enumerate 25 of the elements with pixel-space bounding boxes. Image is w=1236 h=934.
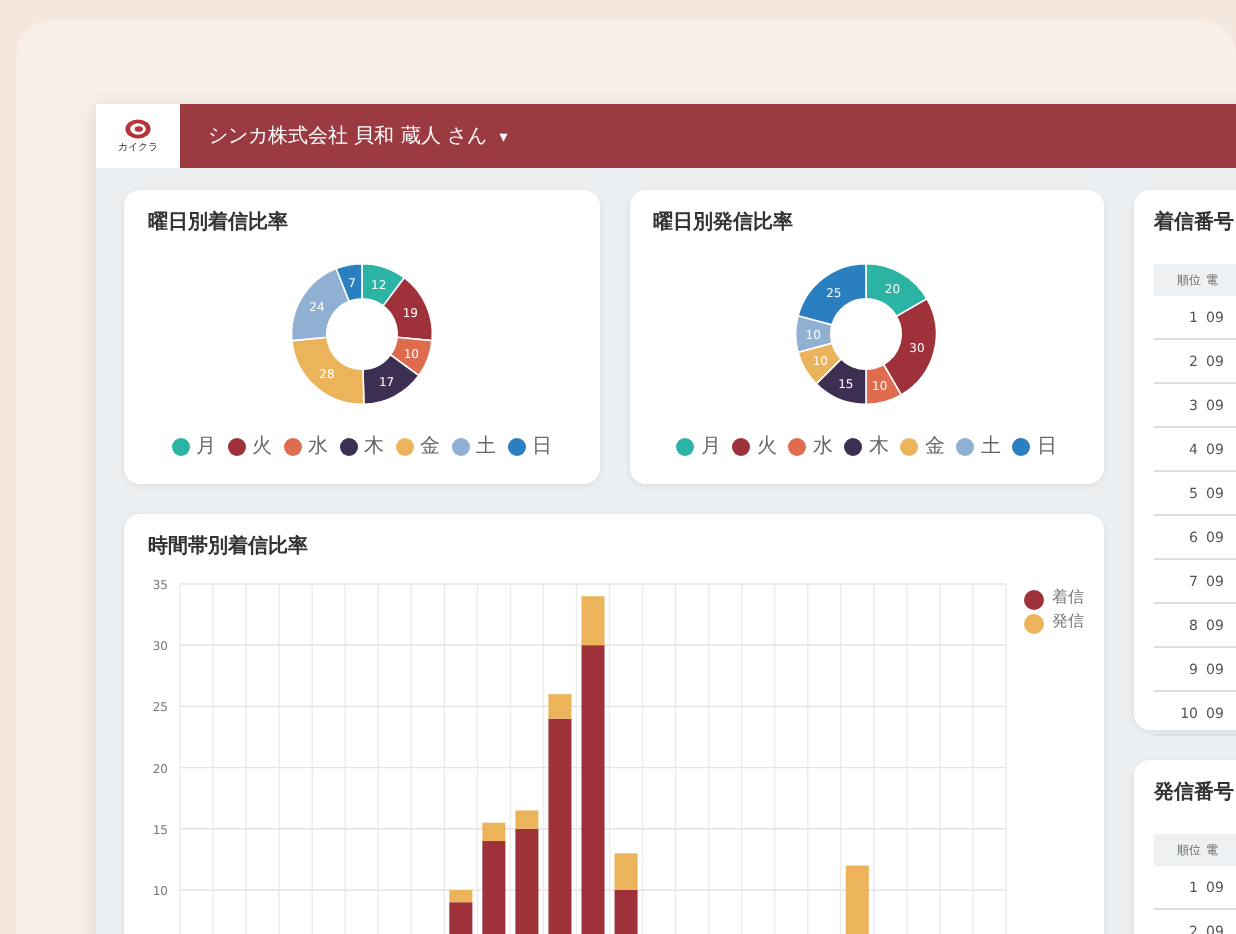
- legend-label: 金: [924, 434, 945, 460]
- card-title: 曜日別着信比率: [146, 208, 290, 236]
- legend-label: 火: [251, 433, 272, 460]
- legend-label: 発信: [1052, 612, 1084, 631]
- legend-label: 日: [1036, 434, 1057, 460]
- bar: [614, 853, 638, 890]
- legend-label: 月: [700, 434, 721, 460]
- legend-label: 水: [812, 433, 833, 460]
- bar: [614, 890, 638, 934]
- card-title: 曜日別発信比率: [651, 208, 795, 236]
- legend-label: 月: [195, 434, 216, 460]
- account-menu[interactable]: シンカ株式会社 貝和 蔵人 さん ▾: [180, 122, 508, 150]
- legend-label: 金: [419, 434, 440, 460]
- legend-label: 日: [531, 434, 552, 460]
- legend-label: 木: [363, 433, 384, 460]
- card-title: 着信番号: [1152, 208, 1236, 238]
- legend-label: 木: [868, 433, 889, 460]
- card-title: 時間帯別着信比率: [146, 532, 310, 562]
- legend-label: 火: [756, 433, 777, 460]
- legend-label: 土: [475, 433, 496, 460]
- legend-label: 着信: [1052, 588, 1084, 607]
- legend-label: 土: [980, 433, 1001, 460]
- bar: [845, 865, 869, 934]
- legend-label: 水: [307, 433, 328, 460]
- card-title: 発信番号: [1151, 779, 1236, 808]
